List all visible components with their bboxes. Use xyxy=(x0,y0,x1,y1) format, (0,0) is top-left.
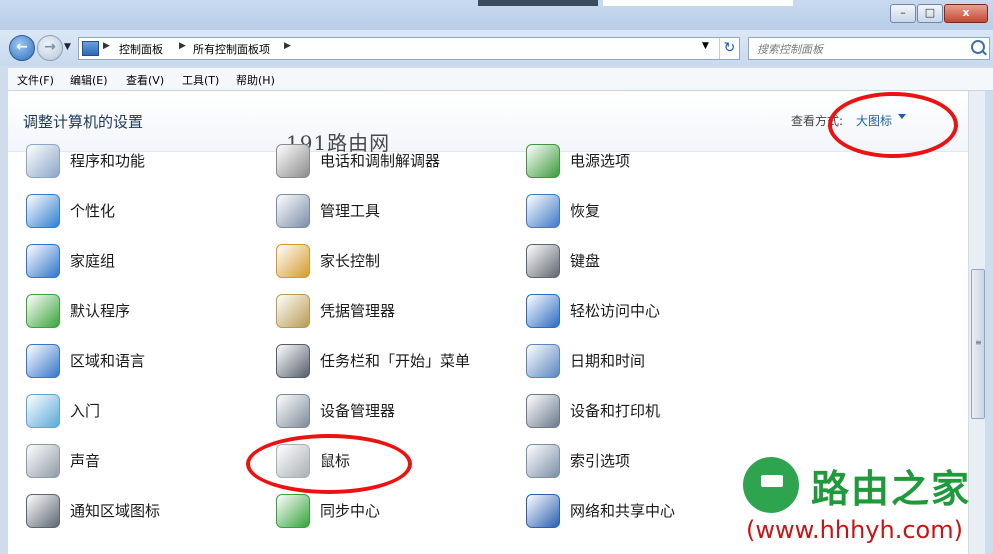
sound-icon xyxy=(26,444,60,478)
back-button[interactable]: ← xyxy=(9,35,35,61)
recent-pages-dropdown[interactable]: ▼ xyxy=(64,42,71,52)
item-label[interactable]: 家长控制 xyxy=(320,250,380,271)
devices-printers-icon xyxy=(526,394,560,428)
search-input[interactable]: 搜索控制面板 xyxy=(757,41,823,57)
item-label[interactable]: 索引选项 xyxy=(570,450,630,471)
breadcrumb-all-items[interactable]: 所有控制面板项 xyxy=(193,41,270,57)
item-label[interactable]: 任务栏和「开始」菜单 xyxy=(320,350,470,371)
menu-bar: 文件(F) 编辑(E) 查看(V) 工具(T) 帮助(H) xyxy=(8,68,993,91)
breadcrumb-separator[interactable]: ▶ xyxy=(103,41,110,51)
item-label[interactable]: 入门 xyxy=(70,400,100,421)
item-label[interactable]: 日期和时间 xyxy=(570,350,645,371)
getting-started-icon xyxy=(26,394,60,428)
menu-help[interactable]: 帮助(H) xyxy=(236,72,275,88)
address-bar[interactable]: ▶ 控制面板 ▶ 所有控制面板项 ▶ ▼ ↻ xyxy=(78,37,740,60)
item-label[interactable]: 管理工具 xyxy=(320,200,380,221)
item-label[interactable]: 电话和调制解调器 xyxy=(320,150,440,171)
close-button[interactable]: x xyxy=(944,4,988,23)
page-title: 调整计算机的设置 xyxy=(23,113,144,131)
background-window-strip xyxy=(603,0,793,6)
item-label[interactable]: 默认程序 xyxy=(70,300,130,321)
power-icon xyxy=(526,144,560,178)
item-label[interactable]: 区域和语言 xyxy=(70,350,145,371)
logo-name: 路由之家 xyxy=(811,467,972,511)
minimize-button[interactable]: – xyxy=(890,4,916,23)
item-label[interactable]: 程序和功能 xyxy=(70,150,145,171)
control-panel-window: – □ x ← → ▼ ▶ 控制面板 ▶ 所有控制面板项 ▶ ▼ ↻ 搜索控制面… xyxy=(0,0,993,554)
item-label[interactable]: 设备管理器 xyxy=(320,400,395,421)
programs-icon xyxy=(26,144,60,178)
content-header: 调整计算机的设置 查看方式: 大图标 191路由网 xyxy=(8,91,968,155)
admin-tools-icon xyxy=(276,194,310,228)
keyboard-icon xyxy=(526,244,560,278)
control-panel-icon xyxy=(82,41,99,56)
taskbar-icon xyxy=(276,344,310,378)
menu-tools[interactable]: 工具(T) xyxy=(182,72,219,88)
breadcrumb-control-panel[interactable]: 控制面板 xyxy=(119,41,163,57)
breadcrumb-separator[interactable]: ▶ xyxy=(179,41,186,51)
date-time-icon xyxy=(526,344,560,378)
item-label[interactable]: 设备和打印机 xyxy=(570,400,660,421)
address-dropdown-icon[interactable]: ▼ xyxy=(702,41,709,51)
forward-button[interactable]: → xyxy=(37,35,63,61)
item-label[interactable]: 家庭组 xyxy=(70,250,115,271)
navigation-bar: ← → ▼ ▶ 控制面板 ▶ 所有控制面板项 ▶ ▼ ↻ 搜索控制面板 xyxy=(0,30,993,66)
ease-of-access-icon xyxy=(526,294,560,328)
item-label[interactable]: 网络和共享中心 xyxy=(570,500,675,521)
title-bar: – □ x xyxy=(0,0,993,30)
background-window-strip xyxy=(478,0,598,6)
phone-icon xyxy=(276,144,310,178)
item-label[interactable]: 通知区域图标 xyxy=(70,500,160,521)
scrollbar-thumb[interactable]: ≡ xyxy=(971,269,985,419)
menu-edit[interactable]: 编辑(E) xyxy=(70,72,108,88)
default-programs-icon xyxy=(26,294,60,328)
sync-center-icon xyxy=(276,494,310,528)
item-label[interactable]: 个性化 xyxy=(70,200,115,221)
item-label[interactable]: 恢复 xyxy=(570,200,600,221)
search-icon[interactable] xyxy=(971,40,985,54)
parental-control-icon xyxy=(276,244,310,278)
network-sharing-icon xyxy=(526,494,560,528)
maximize-button[interactable]: □ xyxy=(917,4,943,23)
item-label[interactable]: 键盘 xyxy=(570,250,600,271)
item-label[interactable]: 凭据管理器 xyxy=(320,300,395,321)
refresh-button[interactable]: ↻ xyxy=(719,38,739,59)
personalize-icon xyxy=(26,194,60,228)
item-label[interactable]: 轻松访问中心 xyxy=(570,300,660,321)
menu-view[interactable]: 查看(V) xyxy=(126,72,164,88)
homegroup-icon xyxy=(26,244,60,278)
notification-area-icon xyxy=(26,494,60,528)
logo-url: (www.hhhyh.com) xyxy=(746,516,963,544)
region-language-icon xyxy=(26,344,60,378)
breadcrumb-separator[interactable]: ▶ xyxy=(284,41,291,51)
indexing-icon xyxy=(526,444,560,478)
red-circle-annotation xyxy=(246,434,412,494)
search-box[interactable]: 搜索控制面板 xyxy=(748,37,990,60)
device-manager-icon xyxy=(276,394,310,428)
item-label[interactable]: 声音 xyxy=(70,450,100,471)
item-label[interactable]: 电源选项 xyxy=(570,150,630,171)
recovery-icon xyxy=(526,194,560,228)
credential-manager-icon xyxy=(276,294,310,328)
logo-mark-icon xyxy=(743,457,799,513)
menu-file[interactable]: 文件(F) xyxy=(17,72,54,88)
item-label[interactable]: 同步中心 xyxy=(320,500,380,521)
site-logo: 路由之家 (www.hhhyh.com) xyxy=(738,452,993,554)
red-circle-annotation xyxy=(828,92,958,158)
